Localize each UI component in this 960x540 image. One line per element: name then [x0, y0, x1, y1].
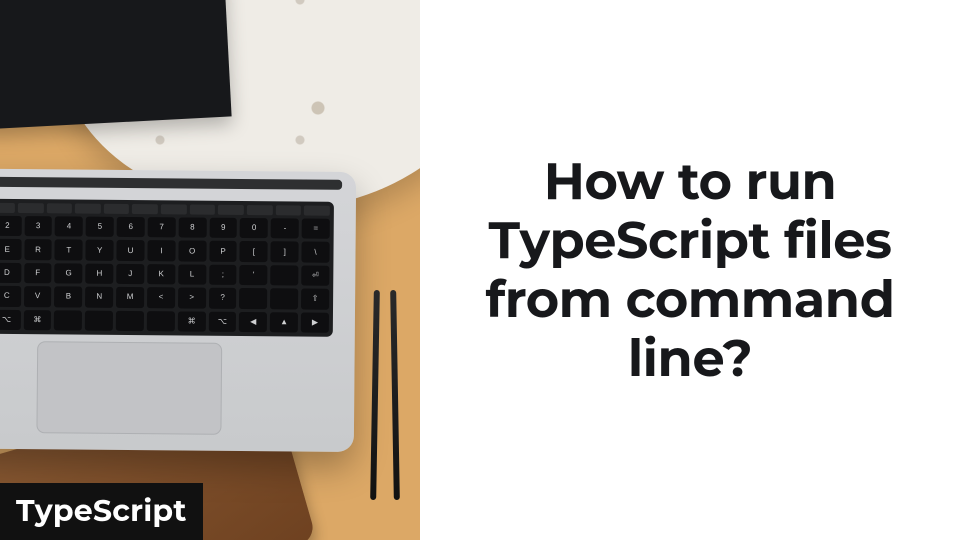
key: 5 [86, 217, 114, 238]
key: = [302, 218, 330, 239]
keyboard-row-2: QWERTYUIOP[]\ [0, 239, 330, 263]
key: ; [209, 264, 237, 285]
key: ? [209, 288, 237, 309]
key: M [116, 287, 144, 308]
key [147, 311, 175, 332]
key: ' [240, 265, 268, 286]
key: ⌥ [0, 309, 21, 330]
key: [ [240, 241, 268, 262]
key: J [116, 264, 144, 285]
key [54, 310, 82, 331]
key: 4 [55, 216, 83, 237]
key: G [55, 263, 83, 284]
key: P [209, 241, 237, 262]
keyboard-fn-row [0, 202, 330, 215]
key: U [116, 240, 144, 261]
key: \ [302, 242, 330, 263]
key [116, 310, 144, 331]
key: ⏎ [301, 265, 329, 286]
key: O [178, 241, 206, 262]
key: R [24, 239, 52, 260]
key: 6 [117, 217, 145, 238]
key: K [147, 264, 175, 285]
content-panel: How to run TypeScript files from command… [420, 0, 960, 540]
keyboard-row-4: ZXCVBNM<>?⇧ [0, 285, 329, 309]
key: C [0, 286, 21, 307]
key: ⌥ [208, 311, 236, 332]
key: 2 [0, 216, 21, 237]
key: 3 [24, 216, 52, 237]
key: 0 [240, 218, 268, 239]
hero-image: `1234567890-= QWERTYUIOP[]\ ASDFGHJKL;'⏎… [0, 0, 420, 540]
key: 9 [209, 218, 237, 239]
key: T [55, 240, 83, 261]
key: 8 [178, 217, 206, 238]
key: H [85, 263, 113, 284]
keyboard-row-5: fn⌃⌥⌘⌘⌥◀▲▶ [0, 309, 329, 333]
key: > [178, 288, 206, 309]
key: ] [271, 242, 299, 263]
key: I [147, 241, 175, 262]
laptop-trackpad [36, 341, 222, 435]
black-notebook [0, 0, 232, 129]
keyboard-row-3: ASDFGHJKL;'⏎ [0, 262, 329, 286]
key: ⌘ [178, 311, 206, 332]
key: B [54, 287, 82, 308]
key: D [0, 263, 21, 284]
keyboard-row-1: `1234567890-= [0, 215, 330, 239]
key: ▶ [301, 312, 329, 333]
article-title: How to run TypeScript files from command… [460, 152, 920, 389]
key: E [0, 239, 21, 260]
key: Y [86, 240, 114, 261]
key: L [178, 264, 206, 285]
key [85, 310, 113, 331]
laptop-keyboard: `1234567890-= QWERTYUIOP[]\ ASDFGHJKL;'⏎… [0, 198, 334, 337]
category-tag: TypeScript [0, 483, 203, 540]
key: < [147, 287, 175, 308]
key: ▲ [270, 312, 298, 333]
key: V [24, 286, 52, 307]
key: 7 [148, 217, 176, 238]
key [239, 288, 267, 309]
key: F [24, 263, 52, 284]
key: ⌘ [23, 310, 51, 331]
key: ◀ [239, 312, 267, 333]
key: ⇧ [301, 289, 329, 310]
key: - [271, 218, 299, 239]
laptop: `1234567890-= QWERTYUIOP[]\ ASDFGHJKL;'⏎… [0, 168, 356, 452]
key [270, 288, 298, 309]
key: N [85, 287, 113, 308]
key [271, 265, 299, 286]
